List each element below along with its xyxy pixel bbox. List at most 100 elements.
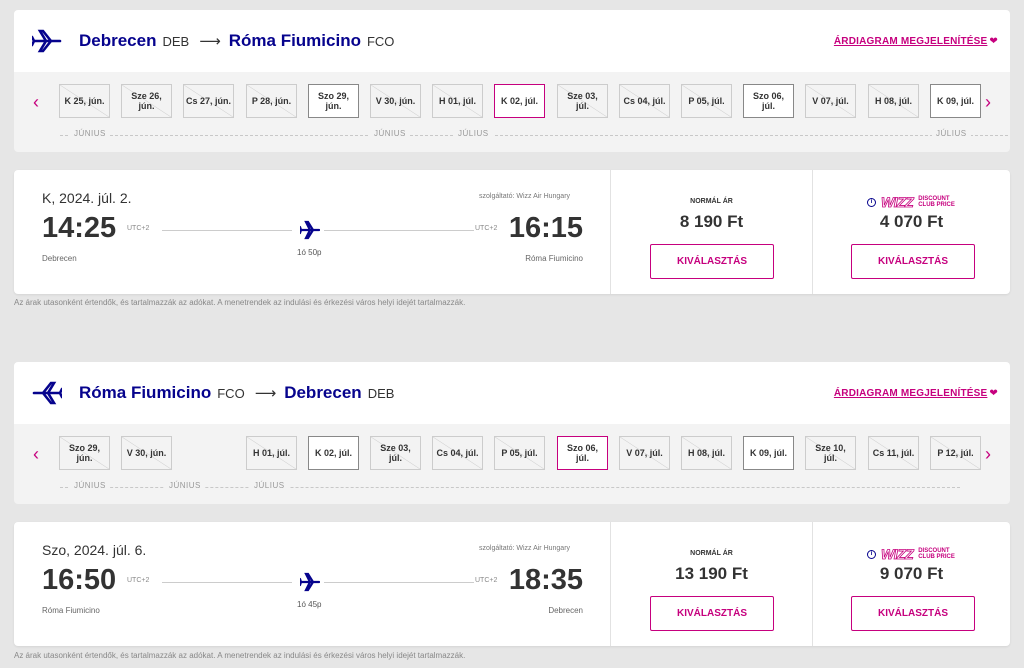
normal-price-label: NORMÁL ÁR	[690, 550, 733, 557]
month-label: JÚLIUS	[454, 129, 493, 138]
date-option[interactable]: H 01, júl.	[246, 436, 297, 470]
club-price: 9 070 Ft	[879, 564, 944, 583]
divider	[162, 230, 292, 231]
return-route-header: Róma Fiumicino FCO ⟶ Debrecen DEB ÁRDIAGRAM …	[14, 362, 1010, 424]
date-option[interactable]: V 07, júl.	[619, 436, 670, 470]
normal-price: 8 190 Ft	[679, 212, 744, 231]
date-option[interactable]: K 02, júl.	[308, 436, 359, 470]
divider	[162, 582, 292, 583]
date-option[interactable]: Cs 04, júl.	[619, 84, 670, 118]
flight-date: K, 2024. júl. 2.	[42, 190, 132, 206]
date-option[interactable]: V 07, júl.	[805, 84, 856, 118]
departure-city: Róma Fiumicino	[42, 606, 100, 615]
date-option[interactable]: Sze 26, jún.	[121, 84, 172, 118]
divider	[324, 582, 474, 583]
date-option[interactable]: Szo 06, júl.	[743, 84, 794, 118]
select-normal-fare-button[interactable]: KIVÁLASZTÁS	[650, 596, 774, 631]
route-title: Debrecen DEB ⟶ Róma Fiumicino FCO	[79, 31, 394, 51]
route-arrow-icon: ⟶	[254, 385, 277, 402]
date-option[interactable]: K 25, jún.	[59, 84, 110, 118]
show-price-chart-link[interactable]: ÁRDIAGRAM MEGJELENÍTÉSE ❤	[834, 36, 998, 47]
provider: szolgáltató: Wizz Air Hungary	[479, 545, 571, 552]
club-price: 4 070 Ft	[879, 212, 944, 231]
provider: szolgáltató: Wizz Air Hungary	[479, 193, 571, 200]
date-option[interactable]: Szo 29, jún.	[59, 436, 110, 470]
price-disclaimer: Az árak utasonként értendők, és tartalma…	[14, 651, 466, 660]
date-option[interactable]: K 09, júl.	[930, 84, 981, 118]
club-price-column: i WIZZ DISCOUNT CLUB PRICE 9 070 Ft KIVÁL…	[812, 522, 1010, 646]
info-icon[interactable]: i	[867, 549, 876, 559]
from-city: Róma Fiumicino	[79, 383, 212, 402]
departure-utc: UTC+2	[127, 225, 150, 232]
date-option[interactable]: P 05, júl.	[681, 84, 732, 118]
next-dates-button[interactable]: ›	[978, 444, 998, 465]
select-normal-fare-button[interactable]: KIVÁLASZTÁS	[650, 244, 774, 279]
club-price-column: i WIZZ DISCOUNT CLUB PRICE 4 070 Ft KIVÁL…	[812, 170, 1010, 294]
heart-icon: ❤	[989, 36, 998, 47]
date-option[interactable]: P 12, júl.	[930, 436, 981, 470]
date-option[interactable]: Cs 11, júl.	[868, 436, 919, 470]
arrival-utc: UTC+2	[475, 577, 498, 584]
month-indicator: JÚNIUS JÚNIUS JÚLIUS JÚLIUS	[60, 129, 1008, 141]
plane-outbound-icon	[32, 29, 62, 53]
month-label: JÚLIUS	[250, 481, 289, 490]
outbound-route-header: Debrecen DEB ⟶ Róma Fiumicino FCO ÁRDIAGRAM …	[14, 10, 1010, 72]
date-option[interactable]: Szo 06, júl.	[557, 436, 608, 470]
date-option[interactable]: Sze 03, júl.	[557, 84, 608, 118]
arrival-time: 16:15	[508, 212, 583, 244]
date-option[interactable]: Sze 10, júl.	[805, 436, 856, 470]
select-club-fare-button[interactable]: KIVÁLASZTÁS	[851, 244, 975, 279]
to-city: Róma Fiumicino	[228, 31, 361, 50]
normal-price: 13 190 Ft	[675, 564, 748, 583]
month-label: JÚNIUS	[370, 129, 410, 138]
divider	[324, 230, 474, 231]
departure-time: 14:25	[42, 212, 117, 244]
date-option[interactable]: V 30, jún.	[370, 84, 421, 118]
flight-date: Szo, 2024. júl. 6.	[42, 542, 147, 558]
return-flight-card: Szo, 2024. júl. 6. szolgáltató: Wizz Air…	[14, 522, 1010, 646]
normal-price-column: NORMÁL ÁR 13 190 Ft KIVÁLASZTÁS	[610, 522, 812, 646]
to-code: DEB	[367, 386, 395, 401]
departure-time: 16:50	[42, 564, 117, 596]
date-option[interactable]: P 28, jún.	[246, 84, 297, 118]
to-code: FCO	[366, 34, 395, 49]
arrival-city: Debrecen	[548, 606, 583, 615]
heart-icon: ❤	[989, 388, 998, 399]
show-price-chart-link[interactable]: ÁRDIAGRAM MEGJELENÍTÉSE ❤	[834, 388, 998, 399]
month-label: JÚLIUS	[932, 129, 971, 138]
outbound-flight-card: K, 2024. júl. 2. szolgáltató: Wizz Air H…	[14, 170, 1010, 294]
plane-return-icon	[32, 381, 62, 405]
flight-duration: 1ó 50p	[297, 248, 322, 257]
next-dates-button[interactable]: ›	[978, 92, 998, 113]
date-option[interactable]: Sze 03, júl.	[370, 436, 421, 470]
prev-dates-button[interactable]: ‹	[26, 92, 46, 113]
to-city: Debrecen	[284, 383, 362, 402]
date-option[interactable]: K 02, júl.	[494, 84, 545, 118]
from-code: FCO	[217, 386, 245, 401]
date-option[interactable]: H 08, júl.	[681, 436, 732, 470]
plane-icon	[300, 220, 320, 240]
wizz-logo: WIZZ	[881, 546, 915, 563]
date-option[interactable]: H 01, júl.	[432, 84, 483, 118]
date-option[interactable]: V 30, jún.	[121, 436, 172, 470]
discount-club-badge: i WIZZ DISCOUNT CLUB PRICE	[867, 546, 955, 562]
arrival-time: 18:35	[508, 564, 583, 596]
info-icon[interactable]: i	[867, 197, 876, 207]
select-club-fare-button[interactable]: KIVÁLASZTÁS	[851, 596, 975, 631]
date-option[interactable]: P 05, júl.	[494, 436, 545, 470]
route-title: Róma Fiumicino FCO ⟶ Debrecen DEB	[79, 383, 394, 403]
club-text: DISCOUNT CLUB PRICE	[918, 548, 955, 560]
plane-icon	[300, 572, 320, 592]
route-arrow-icon: ⟶	[199, 33, 221, 50]
date-option[interactable]: Cs 27, jún.	[183, 84, 234, 118]
from-code: DEB	[162, 34, 190, 49]
departure-city: Debrecen	[42, 254, 77, 263]
date-option[interactable]: Cs 04, júl.	[432, 436, 483, 470]
arrival-city: Róma Fiumicino	[525, 254, 583, 263]
date-option[interactable]: K 09, júl.	[743, 436, 794, 470]
date-option[interactable]: Szo 29, jún.	[308, 84, 359, 118]
from-city: Debrecen	[79, 31, 157, 50]
date-option[interactable]: H 08, júl.	[868, 84, 919, 118]
month-label: JÚNIUS	[165, 481, 205, 490]
prev-dates-button[interactable]: ‹	[26, 444, 46, 465]
